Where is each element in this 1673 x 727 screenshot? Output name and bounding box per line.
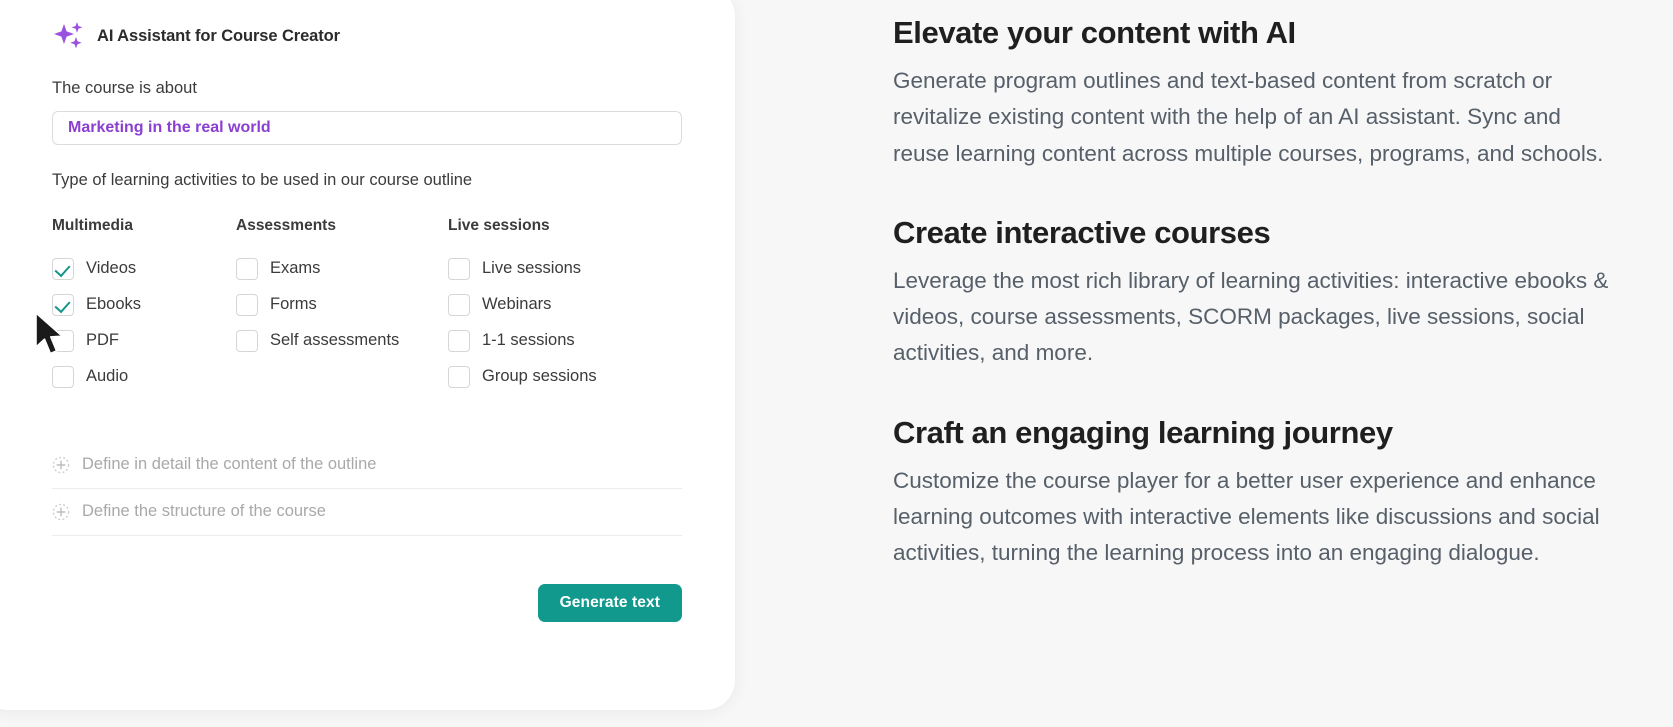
feature-body: Generate program outlines and text-based… [893,67,1604,166]
activity-columns: Multimedia Videos Ebooks PDF Audio Assessment… [52,217,682,402]
checkbox-unchecked-icon[interactable] [448,365,470,388]
page-root: AI Assistant for Course Creator The cour… [0,0,1673,727]
checkbox-row[interactable]: Exams [236,257,448,280]
checkbox-label: Self assessments [270,331,400,350]
checkbox-label: Live sessions [482,259,582,278]
checkbox-unchecked-icon[interactable] [448,293,470,316]
checkbox-label: Webinars [482,295,552,314]
feature-title: Elevate your content with AI [893,15,1296,50]
card-content: AI Assistant for Course Creator The cour… [52,21,682,622]
checkbox-row[interactable]: PDF [52,329,236,352]
features-panel: Elevate your content with AI Generate pro… [893,0,1623,572]
ai-assistant-card: AI Assistant for Course Creator The cour… [0,0,735,710]
checkbox-label: Ebooks [86,295,142,314]
generate-text-button[interactable]: Generate text [537,583,682,622]
checkbox-label: PDF [86,331,119,350]
checkbox-label: Audio [86,367,129,386]
activity-column: Assessments Exams Forms Self assessments [236,217,448,402]
checkbox-unchecked-icon[interactable] [236,257,258,280]
activity-column-title: Assessments [236,216,336,234]
checkbox-label: Exams [270,259,321,278]
checkbox-row[interactable]: Self assessments [236,329,448,352]
activity-column-title: Multimedia [52,216,133,234]
checkbox-unchecked-icon[interactable] [236,329,258,352]
plus-circle-icon[interactable] [52,503,70,521]
checkbox-label: Group sessions [482,367,597,386]
checkbox-label: 1-1 sessions [482,331,575,350]
course-topic-input[interactable] [52,110,682,145]
feature-block: Elevate your content with AI Generate pro… [893,15,1623,172]
checkbox-row[interactable]: Videos [52,257,236,280]
checkbox-row[interactable]: Ebooks [52,293,236,316]
expandable-sections: Define in detail the content of the outl… [52,442,682,536]
learning-activities-label: Type of learning activities to be used i… [52,170,473,189]
checkbox-label: Videos [86,259,137,278]
feature-title: Create interactive courses [893,214,1271,250]
checkbox-row[interactable]: Audio [52,365,236,388]
checkbox-row[interactable]: Live sessions [448,257,678,280]
activity-column: Live sessions Live sessions Webinars 1-1 se… [448,217,678,402]
expandable-label: Define in detail the content of the outl… [82,455,377,474]
activity-column-title: Live sessions [448,216,550,234]
checkbox-checked-icon[interactable] [52,257,74,280]
submit-row: Generate text [52,583,682,622]
course-topic-label: The course is about [52,79,197,97]
plus-circle-icon[interactable] [52,456,70,474]
card-header: AI Assistant for Course Creator [52,21,682,51]
checkbox-unchecked-icon[interactable] [236,293,258,316]
activity-column: Multimedia Videos Ebooks PDF Audio [52,217,236,402]
checkbox-unchecked-icon[interactable] [52,329,74,352]
feature-title: Craft an engaging learning journey [893,414,1393,450]
expandable-label: Define the structure of the course [82,502,326,521]
checkbox-unchecked-icon[interactable] [448,329,470,352]
expandable-row[interactable]: Define in detail the content of the outl… [52,442,682,489]
feature-body: Leverage the most rich library of learni… [893,267,1609,366]
checkbox-checked-icon[interactable] [52,293,74,316]
sparkles-icon [52,21,86,51]
feature-block: Create interactive courses Leverage the m… [893,215,1623,372]
checkbox-unchecked-icon[interactable] [448,257,470,280]
checkbox-row[interactable]: Webinars [448,293,678,316]
checkbox-row[interactable]: 1-1 sessions [448,329,678,352]
checkbox-row[interactable]: Group sessions [448,365,678,388]
checkbox-row[interactable]: Forms [236,293,448,316]
app-title: AI Assistant for Course Creator [97,26,340,45]
feature-body: Customize the course player for a better… [893,467,1600,566]
checkbox-unchecked-icon[interactable] [52,365,74,388]
feature-block: Craft an engaging learning journey Custom… [893,415,1623,572]
checkbox-label: Forms [270,295,317,314]
expandable-row[interactable]: Define the structure of the course [52,489,682,536]
